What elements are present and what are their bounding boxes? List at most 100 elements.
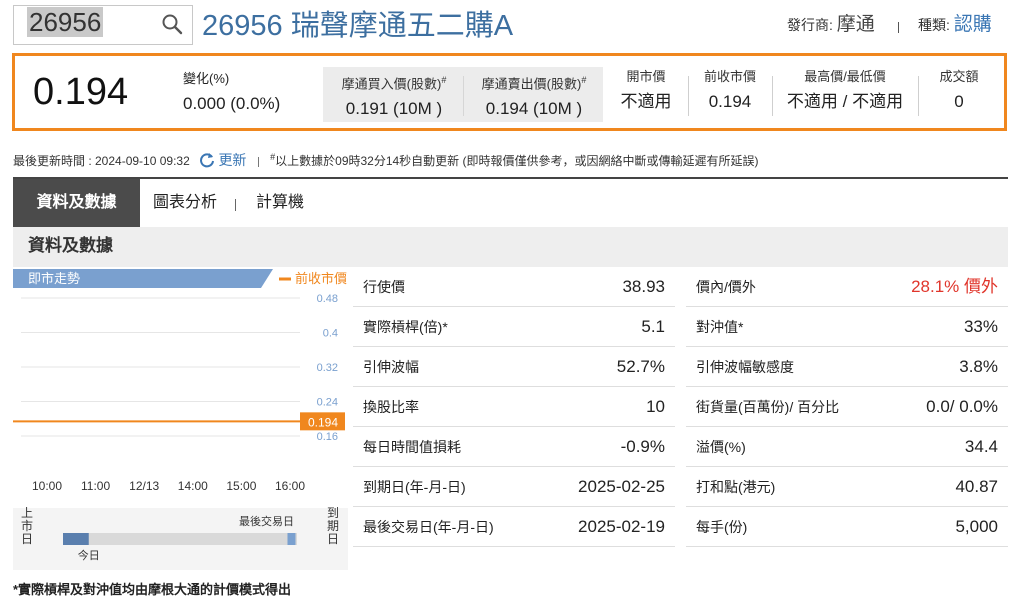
high-low-cell: 最高價/最低價 不適用 / 不適用	[778, 68, 912, 114]
row-value: 28.1% 價外	[911, 277, 998, 296]
row-label: 最後交易日(年-月-日)	[363, 519, 494, 535]
divider	[688, 76, 689, 116]
row-label: 到期日(年-月-日)	[363, 479, 466, 495]
row-label: 價內/價外	[696, 279, 756, 295]
row-label: 打和點(港元)	[696, 479, 776, 495]
issuer-label: 發行商:	[787, 17, 833, 33]
y-tick-label: 0.4	[323, 328, 338, 340]
prev-close-label: 前收市價	[703, 69, 756, 84]
issuer-value: 摩通	[836, 14, 875, 35]
divider	[235, 199, 236, 211]
divider	[918, 76, 919, 116]
y-tick-label: 0.24	[317, 397, 338, 409]
issuer: 發行商: 摩通	[787, 14, 875, 36]
bid-cell: 摩通買入價(股數)# 0.191 (10M )	[333, 71, 455, 121]
price-tag-label: 0.194	[308, 415, 338, 429]
table-row: 價內/價外 28.1% 價外	[686, 267, 1008, 307]
row-label: 對沖值*	[696, 319, 744, 335]
refresh-button[interactable]: 更新	[218, 152, 246, 168]
table-row: 每手(份) 5,000	[686, 507, 1008, 547]
row-label: 引伸波幅敏感度	[696, 359, 794, 375]
type-link[interactable]: 認購	[954, 14, 992, 35]
row-value: 34.4	[964, 437, 998, 456]
y-tick-label: 0.48	[317, 293, 338, 305]
legend-label: 前收市價	[295, 271, 347, 286]
open-cell: 開市價 不適用	[611, 68, 681, 114]
ask-label: 摩通賣出價(股數)	[481, 76, 582, 92]
update-info: 最後更新時間 : 2024-09-10 09:32 更新 #以上數據於09時32…	[13, 148, 759, 170]
ask-note-mark: #	[581, 75, 587, 85]
timeline-track	[63, 533, 297, 545]
row-label: 引伸波幅	[363, 359, 419, 375]
row-value: 3.8%	[959, 357, 998, 376]
row-value: 5,000	[955, 517, 998, 536]
last-update-time: 最後更新時間 : 2024-09-10 09:32	[13, 154, 190, 168]
prev-close-value: 0.194	[708, 92, 752, 111]
ask-value: 0.194 (10M )	[485, 99, 583, 119]
row-value: 40.87	[955, 477, 998, 496]
row-value: 10	[646, 397, 665, 416]
open-value: 不適用	[620, 92, 672, 111]
row-label: 實際槓桿(倍)*	[363, 319, 448, 335]
section-title: 資料及數據	[13, 227, 1008, 267]
meta-divider	[898, 22, 899, 33]
row-value: -0.9%	[620, 437, 665, 456]
update-note: 以上數據於09時32分14秒自動更新 (即時報價僅供參考，或因網絡中斷或傳輸延遲…	[275, 154, 759, 168]
row-value: 0.0/ 0.0%	[926, 397, 998, 416]
table-row: 引伸波幅 52.7%	[353, 347, 675, 387]
listing-timeline: 上 市日 到 期日 今日 最後交易日	[13, 506, 348, 570]
row-value: 33%	[963, 317, 998, 336]
timeline-today-label: 今日	[78, 548, 100, 562]
table-row: 最後交易日(年-月-日) 2025-02-19	[353, 507, 675, 547]
page-title: 26956 瑞聲摩通五二購A	[202, 10, 514, 42]
row-value: 38.93	[622, 277, 665, 296]
y-tick-label: 0.16	[317, 431, 338, 443]
row-value: 5.1	[641, 317, 665, 336]
warrant-type: 種類: 認購	[918, 14, 992, 36]
table-row: 實際槓桿(倍)* 5.1	[353, 307, 675, 347]
change-label: 變化(%)	[183, 71, 230, 86]
search-icon[interactable]	[160, 12, 184, 36]
x-tick-label: 10:00	[32, 479, 62, 493]
row-label: 換股比率	[363, 399, 419, 415]
table-row: 換股比率 10	[353, 387, 675, 427]
data-table-right: 價內/價外 28.1% 價外對沖值* 33% 引伸波幅敏感度 3.8% 街貨量(百萬份)/…	[686, 267, 1008, 547]
row-label: 街貨量(百萬份)/ 百分比	[696, 399, 840, 415]
intraday-chart: 0.48 0.4 0.32 0.24 0.16 10:00 11:00 12/13 14:00…	[13, 293, 348, 570]
turnover-value: 0	[954, 92, 964, 111]
refresh-icon[interactable]	[199, 152, 215, 168]
timeline-last-trading-marker	[287, 533, 296, 545]
table-row: 引伸波幅敏感度 3.8%	[686, 347, 1008, 387]
x-tick-label: 16:00	[275, 479, 305, 493]
x-tick-label: 15:00	[226, 479, 256, 493]
turnover-cell: 成交額 0	[925, 68, 993, 114]
x-tick-label: 11:00	[81, 479, 110, 493]
tab-chart-analysis[interactable]: 圖表分析	[145, 179, 225, 227]
open-label: 開市價	[626, 69, 666, 84]
change-value: 0.000 (0.0%)	[183, 94, 281, 113]
tab-bar: 資料及數據 圖表分析 計算機	[13, 177, 1008, 227]
timeline-elapsed	[63, 533, 89, 545]
table-row: 打和點(港元) 40.87	[686, 467, 1008, 507]
divider	[463, 76, 464, 116]
footnote: *實際槓桿及對沖值均由摩根大通的計價模式得出	[13, 582, 292, 597]
row-label: 行使價	[363, 279, 405, 295]
ask-cell: 摩通賣出價(股數)# 0.194 (10M )	[472, 71, 596, 121]
table-row: 對沖值* 33%	[686, 307, 1008, 347]
row-label: 每日時間值損耗	[363, 439, 461, 455]
tab-data[interactable]: 資料及數據	[13, 179, 140, 227]
search-input[interactable]: 26956	[27, 7, 104, 37]
table-row: 街貨量(百萬份)/ 百分比 0.0/ 0.0%	[686, 387, 1008, 427]
x-tick-label: 12/13	[129, 479, 159, 493]
chart-header: 即市走勢 前收市價	[13, 269, 347, 288]
row-value: 52.7%	[616, 357, 665, 376]
bid-label: 摩通買入價(股數)	[341, 76, 442, 92]
row-label: 每手(份)	[696, 519, 748, 535]
table-row: 溢價(%) 34.4	[686, 427, 1008, 467]
turnover-label: 成交額	[939, 69, 979, 84]
table-row: 行使價 38.93	[353, 267, 675, 307]
y-tick-label: 0.32	[317, 362, 338, 374]
row-value: 2025-02-19	[578, 517, 665, 536]
prev-close-cell: 前收市價 0.194	[695, 68, 765, 114]
tab-calculator[interactable]: 計算機	[247, 179, 313, 227]
